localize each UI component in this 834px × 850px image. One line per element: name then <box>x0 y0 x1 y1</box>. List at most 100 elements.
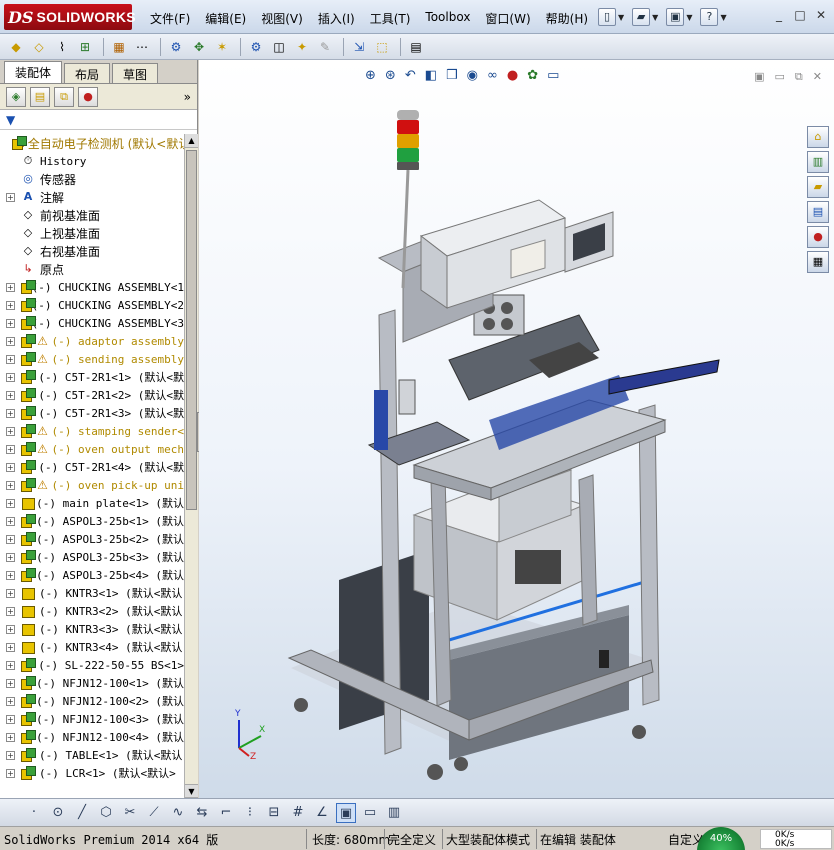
design-library-icon[interactable]: ▥ <box>807 151 829 173</box>
tree-item[interactable]: ◇ 前视基准面 <box>0 206 184 224</box>
tree-item[interactable]: + (-) ASPOL3-25b<1> (默认 <box>0 512 184 530</box>
expand-toggle-icon[interactable]: + <box>6 570 15 580</box>
expand-toggle-icon[interactable]: + <box>6 336 15 346</box>
angle-icon[interactable]: ∠ <box>312 803 332 823</box>
expand-toggle-icon[interactable]: + <box>6 624 15 634</box>
expand-toggle-icon[interactable]: + <box>6 282 15 292</box>
menu-help[interactable]: 帮助(H) <box>546 10 588 27</box>
tree-item[interactable]: + (-) KNTR3<1> (默认<默认 <box>0 584 184 602</box>
tree-item[interactable]: + (-) C5T-2R1<3> (默认<默 <box>0 404 184 422</box>
custom-properties-icon[interactable]: ▦ <box>807 251 829 273</box>
tree-item[interactable]: + (-) SL-222-50-55 BS<1> <box>0 656 184 674</box>
tree-item[interactable]: + (-) CHUCKING ASSEMBLY<1 <box>0 278 184 296</box>
new-document-icon[interactable]: ▯ <box>598 8 616 26</box>
tree-item[interactable]: + ⚠ (-) oven pick-up uni <box>0 476 184 494</box>
expand-toggle-icon[interactable]: + <box>6 552 15 562</box>
tree-item[interactable]: + (-) C5T-2R1<2> (默认<默 <box>0 386 184 404</box>
component-preview-icon[interactable]: ▦ <box>109 37 129 57</box>
move-component-icon[interactable]: ✥ <box>189 37 209 57</box>
expand-toggle-icon[interactable]: + <box>6 588 15 598</box>
tree-item[interactable]: + (-) KNTR3<2> (默认<默认 <box>0 602 184 620</box>
assembly-features-icon[interactable]: ⚙ <box>246 37 266 57</box>
more-managers-chevron-icon[interactable]: » <box>184 90 191 104</box>
tree-item[interactable]: + (-) main plate<1> (默认 <box>0 494 184 512</box>
menu-view[interactable]: 视图(V) <box>261 10 303 27</box>
scroll-up-arrow-icon[interactable]: ▲ <box>185 134 198 148</box>
solidworks-resources-icon[interactable]: ⌂ <box>807 126 829 148</box>
expand-toggle-icon[interactable]: + <box>6 318 15 328</box>
status-large-assembly-mode[interactable]: 大型装配体模式 <box>446 831 530 848</box>
property-manager-icon[interactable]: ▤ <box>30 86 50 107</box>
tree-item[interactable]: + (-) C5T-2R1<1> (默认<默 <box>0 368 184 386</box>
scroll-thumb[interactable] <box>186 150 197 510</box>
graphics-area[interactable]: ⊕ ⊛ ↶ ◧ ❒ ◉ ∞ ● ✿ ▭ ▣ ▭ ⧉ ✕ ⌂ ▥ ▰ ▤ ● ▦ <box>199 60 834 798</box>
open-folder-icon[interactable]: ▰ <box>632 8 651 26</box>
expand-toggle-icon[interactable]: + <box>6 480 15 490</box>
tree-item[interactable]: + ⚠ (-) sending assembly <box>0 350 184 368</box>
show-hidden-icon[interactable]: ✶ <box>212 37 232 57</box>
maximize-icon[interactable]: □ <box>791 8 809 24</box>
expand-toggle-icon[interactable]: + <box>6 714 15 724</box>
new-motion-study-icon[interactable]: ✦ <box>292 37 312 57</box>
point-icon[interactable]: · <box>24 803 44 823</box>
tree-item[interactable]: + (-) CHUCKING ASSEMBLY<2 <box>0 296 184 314</box>
expand-toggle-icon[interactable]: + <box>6 768 15 778</box>
menu-edit[interactable]: 编辑(E) <box>205 10 246 27</box>
solidworks-logo[interactable]: DS SOLIDWORKS <box>4 4 136 30</box>
tab-assembly[interactable]: 装配体 <box>4 61 63 83</box>
sketch-grid-icon[interactable]: ⊟ <box>264 803 284 823</box>
corner-icon[interactable]: ⌐ <box>216 803 236 823</box>
doc-close-icon[interactable]: ✕ <box>813 70 822 84</box>
menu-tools[interactable]: 工具(T) <box>370 10 411 27</box>
tree-item[interactable]: + (-) ASPOL3-25b<4> (默认 <box>0 566 184 584</box>
tree-item[interactable]: + ⚠ (-) oven output mech <box>0 440 184 458</box>
instant3d-icon[interactable]: ⬚ <box>372 37 392 57</box>
help-icon[interactable]: ? <box>700 8 719 26</box>
tree-item[interactable]: + ⚠ (-) adaptor assembly <box>0 332 184 350</box>
tree-item[interactable]: + (-) NFJN12-100<3> (默认 <box>0 710 184 728</box>
expand-toggle-icon[interactable]: + <box>6 390 15 400</box>
update-speedpak-icon[interactable]: ▤ <box>406 37 426 57</box>
expand-toggle-icon[interactable]: + <box>6 606 15 616</box>
polygon-icon[interactable]: ⬡ <box>96 803 116 823</box>
help-dropdown-arrow-icon[interactable]: ▼ <box>720 13 726 22</box>
tab-sketch[interactable]: 草图 <box>112 63 159 83</box>
reference-geometry-icon[interactable]: ◫ <box>269 37 289 57</box>
expand-toggle-icon[interactable]: + <box>6 354 15 364</box>
expand-toggle-icon[interactable]: + <box>6 372 15 382</box>
new-dropdown-arrow-icon[interactable]: ▼ <box>618 13 624 22</box>
tree-filter[interactable]: ▼ <box>0 110 197 130</box>
expand-toggle-icon[interactable]: + <box>6 534 15 544</box>
tree-item[interactable]: + (-) ASPOL3-25b<3> (默认 <box>0 548 184 566</box>
tree-item[interactable]: ◎ 传感器 <box>0 170 184 188</box>
appearances-scenes-icon[interactable]: ● <box>807 226 829 248</box>
expand-toggle-icon[interactable]: + <box>6 300 15 310</box>
open-dropdown-arrow-icon[interactable]: ▼ <box>652 13 658 22</box>
line-icon[interactable]: ╱ <box>72 803 92 823</box>
two-view-icon[interactable]: ▥ <box>384 803 404 823</box>
tree-item[interactable]: + (-) NFJN12-100<2> (默认 <box>0 692 184 710</box>
menu-toolbox[interactable]: Toolbox <box>425 10 470 27</box>
close-icon[interactable]: ✕ <box>812 8 830 24</box>
expand-toggle-icon[interactable]: + <box>6 660 15 670</box>
tree-item[interactable]: + (-) NFJN12-100<1> (默认 <box>0 674 184 692</box>
minimize-icon[interactable]: _ <box>770 8 788 24</box>
feature-tree-scrollbar[interactable]: ▲ ▼ <box>184 134 198 798</box>
tab-layout[interactable]: 布局 <box>64 63 111 83</box>
circle-center-icon[interactable]: ⊙ <box>48 803 68 823</box>
tree-item[interactable]: + A 注解 <box>0 188 184 206</box>
save-icon[interactable]: ▣ <box>666 8 685 26</box>
expand-toggle-icon[interactable]: + <box>6 732 15 742</box>
expand-toggle-icon[interactable]: + <box>6 444 15 454</box>
save-dropdown-arrow-icon[interactable]: ▼ <box>686 13 692 22</box>
expand-toggle-icon[interactable]: + <box>6 462 15 472</box>
trim-icon[interactable]: ✂ <box>120 803 140 823</box>
expand-toggle-icon[interactable]: + <box>6 642 15 652</box>
smart-fasteners-icon[interactable]: ⚙ <box>166 37 186 57</box>
tree-item[interactable]: + (-) KNTR3<3> (默认<默认 <box>0 620 184 638</box>
tree-item[interactable]: + (-) C5T-2R1<4> (默认<默 <box>0 458 184 476</box>
view-palette-icon[interactable]: ▤ <box>807 201 829 223</box>
tree-item[interactable]: + (-) TABLE<1> (默认<默认 <box>0 746 184 764</box>
funnel-icon[interactable]: ▼ <box>6 113 15 127</box>
expand-toggle-icon[interactable]: + <box>6 192 15 202</box>
